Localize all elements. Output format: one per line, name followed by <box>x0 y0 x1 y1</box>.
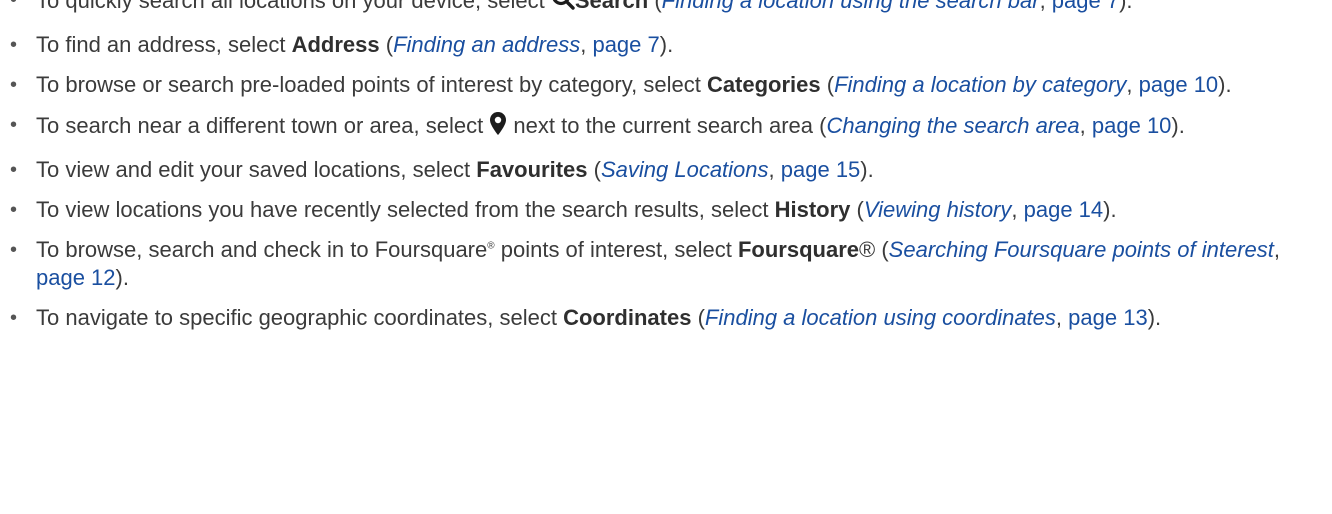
xref-link-page[interactable]: page 10 <box>1139 72 1219 97</box>
document-page: • To quickly search all locations on you… <box>0 0 1332 344</box>
map-pin-icon <box>489 111 507 144</box>
list-item-address: • To find an address, select Address (Fi… <box>10 32 674 57</box>
xref-link-title[interactable]: Changing the search area <box>826 113 1079 138</box>
registered-mark: ® <box>859 237 876 262</box>
xref-link-page[interactable]: page 7 <box>1052 0 1119 13</box>
list-item-categories: • To browse or search pre-loaded points … <box>10 72 1232 97</box>
list-item-foursquare: • To browse, search and check in to Four… <box>10 237 1281 290</box>
xref-link-page[interactable]: page 10 <box>1092 113 1172 138</box>
xref-link-title[interactable]: Finding an address <box>393 32 580 57</box>
ui-term-favourites: Favourites <box>476 157 588 182</box>
bullet: • <box>10 199 18 221</box>
xref-link-page[interactable]: page 14 <box>1024 197 1104 222</box>
bullet: • <box>10 34 18 56</box>
xref-link-title[interactable]: Finding a location by category <box>834 72 1126 97</box>
bullet: • <box>10 74 18 96</box>
ui-term-foursquare: Foursquare <box>737 237 859 262</box>
list-item-favourites: • To view and edit your saved locations,… <box>10 157 874 182</box>
ui-term-coordinates: Coordinates <box>563 305 692 330</box>
bullet: • <box>10 114 18 136</box>
bullet: • <box>10 307 18 329</box>
xref-link-page[interactable]: page 13 <box>1068 305 1148 330</box>
xref-link-title[interactable]: Finding a location using coordinates <box>705 305 1056 330</box>
bullet: • <box>10 159 18 181</box>
xref-link-title[interactable]: Viewing history <box>864 197 1012 222</box>
xref-link-title[interactable]: Finding a location using the search bar <box>662 0 1040 13</box>
ui-term-categories: Categories <box>706 72 821 97</box>
list-item-coordinates: • To navigate to specific geographic coo… <box>10 305 1162 330</box>
xref-link-title[interactable]: Searching Foursquare points of interest <box>889 237 1274 262</box>
ui-term-address: Address <box>291 32 380 57</box>
list-item-search: • To quickly search all locations on you… <box>0 0 1332 19</box>
xref-link-page[interactable]: page 12 <box>36 265 116 290</box>
ui-term-history: History <box>774 197 851 222</box>
bullet: • <box>10 0 18 11</box>
search-icon <box>551 0 575 19</box>
xref-link-page[interactable]: page 15 <box>781 157 861 182</box>
location-search-options-list: • To quickly search all locations on you… <box>0 0 1332 332</box>
list-item-history: • To view locations you have recently se… <box>10 197 1117 222</box>
ui-term-search: Search <box>574 0 649 13</box>
xref-link-title[interactable]: Saving Locations <box>601 157 769 182</box>
list-item-search-area: • To search near a different town or are… <box>0 111 1332 144</box>
bullet: • <box>10 239 18 261</box>
registered-mark: ® <box>487 240 495 252</box>
xref-link-page[interactable]: page 7 <box>592 32 659 57</box>
